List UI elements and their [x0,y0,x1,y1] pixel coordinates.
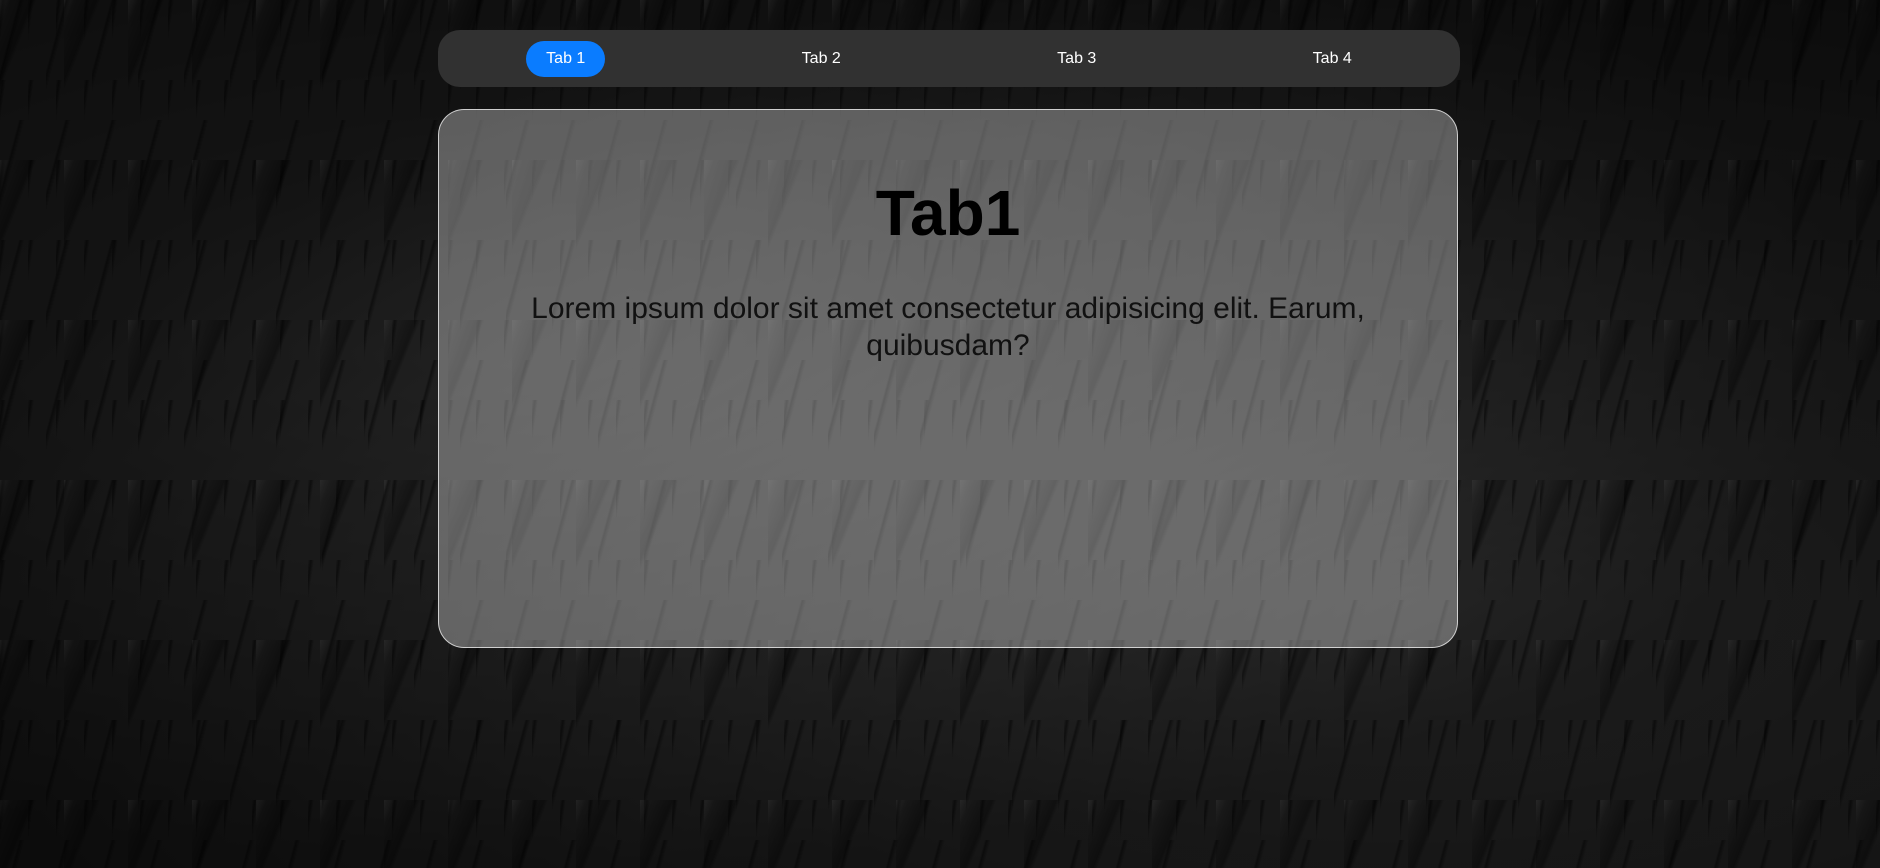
tab-bar: Tab 1 Tab 2 Tab 3 Tab 4 [438,30,1460,87]
tab-2[interactable]: Tab 2 [782,41,861,77]
tab-3[interactable]: Tab 3 [1037,41,1116,77]
tab-4[interactable]: Tab 4 [1293,41,1372,77]
content-title: Tab1 [875,177,1021,249]
content-body: Lorem ipsum dolor sit amet consectetur a… [531,292,1365,362]
tab-1[interactable]: Tab 1 [526,40,606,77]
tab-content-panel: Tab1 Lorem ipsum dolor sit amet consecte… [438,109,1458,648]
